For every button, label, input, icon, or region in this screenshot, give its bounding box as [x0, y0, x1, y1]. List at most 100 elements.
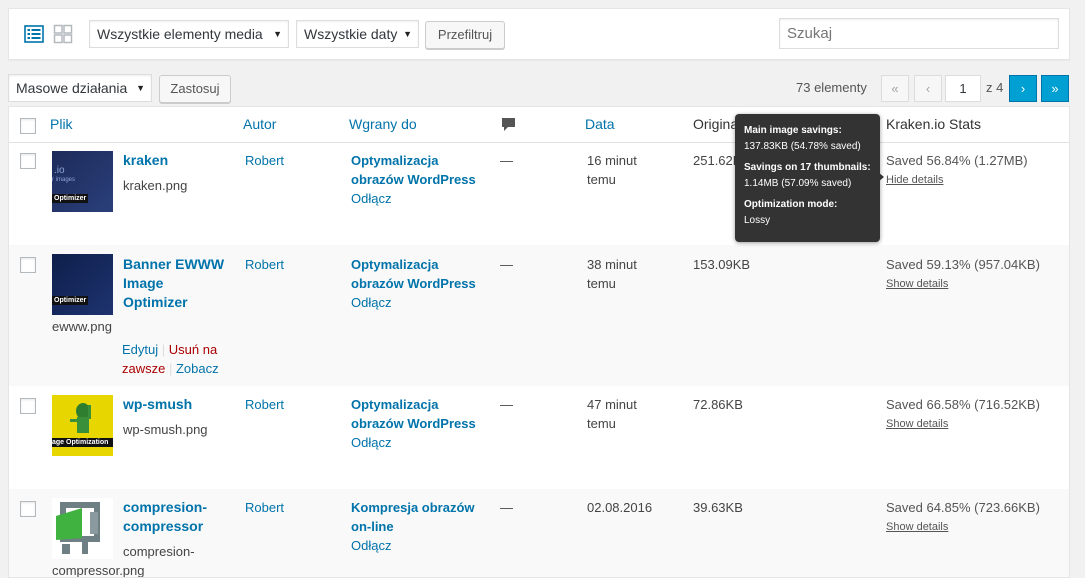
kraken-savings: Saved 66.58% (716.52KB) — [886, 397, 1040, 412]
attached-post-link[interactable]: Kompresja obrazów on-line — [351, 500, 475, 534]
list-view-icon[interactable] — [24, 24, 44, 44]
main-savings-value: 137.83KB (54.78% saved) — [744, 141, 861, 152]
main-savings-label: Main image savings: — [744, 125, 842, 136]
media-type-value: Wszystkie elementy media — [97, 26, 263, 42]
thumbnail-image[interactable]: .io r images Optimizer — [52, 151, 113, 212]
table-row: age Optimization wp-smush wp-smush.png R… — [9, 386, 1069, 489]
chevron-down-icon: ▼ — [136, 83, 145, 93]
date-value: Wszystkie daty — [304, 26, 398, 42]
original-size: 39.63KB — [693, 500, 743, 515]
date-cell: 16 minut temu — [587, 153, 637, 187]
comment-count: — — [500, 500, 513, 515]
bulk-action-select[interactable]: Masowe działania ▼ — [8, 74, 152, 102]
compressor-icon — [56, 502, 100, 554]
first-page-button[interactable]: « — [881, 75, 909, 102]
uploaded-to-cell: Optymalizacja obrazów WordPress Odłącz — [351, 395, 476, 452]
show-details-link[interactable]: Show details — [886, 415, 948, 434]
detach-link[interactable]: Odłącz — [351, 538, 391, 553]
show-details-link[interactable]: Show details — [886, 275, 948, 294]
kraken-details-tooltip: Main image savings: 137.83KB (54.78% sav… — [735, 114, 880, 242]
kraken-savings: Saved 59.13% (957.04KB) — [886, 257, 1040, 272]
column-file[interactable]: Plik — [50, 116, 73, 132]
attached-post-link[interactable]: Optymalizacja obrazów WordPress — [351, 153, 476, 187]
author-link[interactable]: Robert — [245, 151, 284, 170]
media-type-select[interactable]: Wszystkie elementy media ▼ — [89, 20, 289, 48]
author-link[interactable]: Robert — [245, 498, 284, 517]
kraken-savings: Saved 64.85% (723.66KB) — [886, 500, 1040, 515]
row-checkbox[interactable] — [20, 257, 36, 273]
media-title-link[interactable]: kraken — [123, 151, 168, 170]
chevron-down-icon: ▼ — [273, 29, 282, 39]
comment-count: — — [500, 153, 513, 168]
uploaded-to-cell: Kompresja obrazów on-line Odłącz — [351, 498, 475, 555]
show-details-link[interactable]: Show details — [886, 518, 948, 537]
thumb-text: r images — [52, 177, 76, 183]
author-link[interactable]: Robert — [245, 395, 284, 414]
view-link[interactable]: Zobacz — [176, 361, 219, 376]
original-size: 72.86KB — [693, 397, 743, 412]
chevron-down-icon: ▼ — [403, 29, 412, 39]
file-name: compressor.png — [52, 563, 145, 578]
detach-link[interactable]: Odłącz — [351, 435, 391, 450]
kraken-savings: Saved 56.84% (1.27MB) — [886, 153, 1028, 168]
original-size: 153.09KB — [693, 257, 751, 272]
bulk-action-value: Masowe działania — [16, 80, 128, 96]
media-title-link[interactable]: Banner EWWW Image Optimizer — [123, 255, 224, 312]
search-input[interactable] — [779, 18, 1059, 49]
column-uploaded-to[interactable]: Wgrany do — [349, 116, 417, 132]
detach-link[interactable]: Odłącz — [351, 295, 391, 310]
file-name: wp-smush.png — [123, 422, 208, 437]
thumbnail-image[interactable] — [52, 498, 113, 559]
file-name: kraken.png — [123, 178, 188, 193]
attached-post-link[interactable]: Optymalizacja obrazów WordPress — [351, 257, 476, 291]
thumb-text: age Optimization — [52, 438, 113, 447]
filter-button[interactable]: Przefiltruj — [425, 21, 505, 49]
thumb-text: Optimizer — [52, 296, 89, 305]
select-all-checkbox[interactable] — [20, 118, 36, 134]
thumbnail-image[interactable]: Optimizer — [52, 254, 113, 315]
detach-link[interactable]: Odłącz — [351, 191, 391, 206]
separator: | — [161, 342, 169, 357]
file-name: compresion- — [123, 544, 195, 559]
edit-link[interactable]: Edytuj — [122, 342, 158, 357]
thumb-text: Optimizer — [52, 194, 89, 203]
date-cell: 38 minut temu — [587, 257, 637, 291]
column-author[interactable]: Autor — [243, 116, 276, 132]
media-table: Plik Autor Wgrany do Data Original Size … — [8, 106, 1070, 578]
table-header: Plik Autor Wgrany do Data Original Size … — [9, 107, 1069, 143]
prev-page-button[interactable]: ‹ — [914, 75, 942, 102]
separator: | — [168, 361, 176, 376]
optimization-mode-label: Optimization mode: — [744, 199, 838, 210]
table-row: Optimizer Banner EWWW Image Optimizer ewww… — [9, 245, 1069, 386]
last-page-button[interactable]: » — [1041, 75, 1069, 102]
row-checkbox[interactable] — [20, 501, 36, 517]
media-title-link[interactable]: wp-smush — [123, 395, 192, 414]
total-pages: z 4 — [986, 80, 1004, 95]
row-checkbox[interactable] — [20, 153, 36, 169]
author-link[interactable]: Robert — [245, 255, 284, 274]
table-row: compresion-compressor compresion- compre… — [9, 489, 1069, 578]
attached-post-link[interactable]: Optymalizacja obrazów WordPress — [351, 397, 476, 431]
item-count: 73 elementy — [796, 80, 867, 95]
uploaded-to-cell: Optymalizacja obrazów WordPress Odłącz — [351, 151, 476, 208]
smush-mascot-icon — [70, 403, 91, 433]
next-page-button[interactable]: › — [1009, 75, 1037, 102]
current-page-input[interactable] — [945, 75, 981, 102]
media-filter-bar: Wszystkie elementy media ▼ Wszystkie dat… — [8, 8, 1070, 60]
hide-details-link[interactable]: Hide details — [886, 171, 943, 190]
thumbnail-image[interactable]: age Optimization — [52, 395, 113, 456]
apply-button[interactable]: Zastosuj — [159, 75, 231, 103]
file-name: ewww.png — [52, 319, 112, 334]
date-cell: 02.08.2016 — [587, 500, 653, 515]
table-row: .io r images Optimizer kraken kraken.png… — [9, 143, 1069, 245]
row-checkbox[interactable] — [20, 398, 36, 414]
comment-count: — — [500, 257, 513, 272]
thumbnail-savings-label: Savings on 17 thumbnails: — [744, 162, 871, 173]
optimization-mode-value: Lossy — [744, 215, 771, 226]
row-actions: Edytuj | Usuń na zawsze | Zobacz — [122, 340, 232, 378]
column-date[interactable]: Data — [585, 116, 615, 132]
comment-icon[interactable] — [501, 117, 516, 132]
grid-view-icon[interactable] — [53, 24, 73, 44]
date-select[interactable]: Wszystkie daty ▼ — [296, 20, 419, 48]
media-title-link[interactable]: compresion-compressor — [123, 498, 207, 536]
